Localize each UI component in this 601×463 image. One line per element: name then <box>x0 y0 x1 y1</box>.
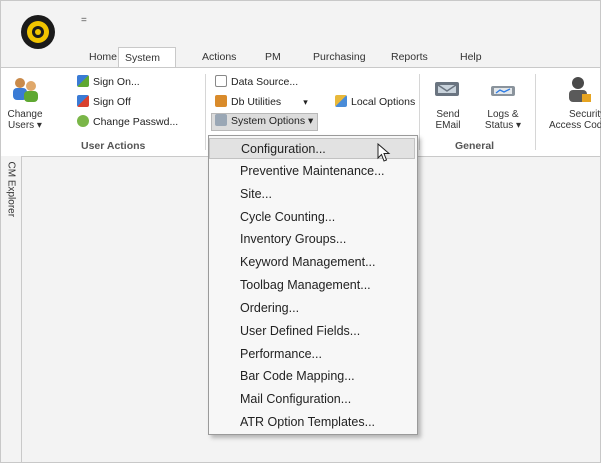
change-password-label: Change Passwd... <box>93 116 179 128</box>
sign-off-icon <box>77 95 89 107</box>
menu-item-inventory-groups[interactable]: Inventory Groups... <box>209 229 415 250</box>
db-utilities-icon <box>215 95 227 107</box>
data-source-label: Data Source... <box>231 76 299 88</box>
menu-item-performance[interactable]: Performance... <box>209 344 415 365</box>
local-options-label: Local Options <box>351 96 416 108</box>
ribbon-tabs: Home System Actions PM Purchasing Report… <box>1 47 600 68</box>
send-email-label: Send EMail <box>435 109 461 131</box>
tab-reports[interactable]: Reports <box>385 47 434 67</box>
password-icon <box>77 115 89 127</box>
group-divider <box>419 74 420 150</box>
group-divider <box>535 74 536 150</box>
change-users-label-2: Users ▾ <box>8 120 42 131</box>
tab-system[interactable]: System <box>118 47 176 68</box>
sign-off-label: Sign Off <box>93 96 131 108</box>
security-access-code-button[interactable]: Security Access Code <box>541 74 601 131</box>
data-source-icon <box>215 75 227 87</box>
cm-explorer-panel[interactable]: CM Explorer <box>1 156 22 462</box>
logs-status-label-1: Logs & <box>487 109 519 120</box>
tab-actions[interactable]: Actions <box>196 47 242 67</box>
security-label-1: Security <box>569 109 601 120</box>
security-label-2: Access Code <box>549 120 601 131</box>
system-options-button[interactable]: System Options ▾ <box>211 113 319 131</box>
db-utilities-label: Db Utilities <box>231 96 282 108</box>
sign-on-icon <box>77 75 89 87</box>
sign-on-button[interactable]: Sign On... <box>77 74 140 90</box>
tab-help[interactable]: Help <box>454 47 488 67</box>
logs-status-icon <box>487 74 519 106</box>
logs-status-button[interactable]: Logs & Status ▾ <box>481 74 525 131</box>
security-user-icon <box>563 74 595 106</box>
local-options-button[interactable]: Local Options <box>335 94 415 110</box>
mouse-pointer-icon <box>377 142 391 166</box>
system-options-icon <box>215 114 227 126</box>
tab-home[interactable]: Home <box>83 47 123 67</box>
app-logo[interactable] <box>21 15 55 49</box>
menu-item-atr-option-templates[interactable]: ATR Option Templates... <box>209 412 415 433</box>
menu-item-mail-configuration[interactable]: Mail Configuration... <box>209 389 415 410</box>
user-actions-group-label: User Actions <box>81 140 146 152</box>
system-options-menu: Configuration... Preventive Maintenance.… <box>208 135 418 435</box>
menu-item-user-defined-fields[interactable]: User Defined Fields... <box>209 321 415 342</box>
sign-on-label: Sign On... <box>93 76 140 88</box>
menu-item-ordering[interactable]: Ordering... <box>209 298 415 319</box>
data-source-button[interactable]: Data Source... <box>215 74 298 90</box>
menu-item-cycle-counting[interactable]: Cycle Counting... <box>209 207 415 228</box>
change-password-button[interactable]: Change Passwd... <box>77 114 178 130</box>
general-group-label: General <box>455 140 495 152</box>
app-window: = Home System Actions PM Purchasing Repo… <box>0 0 601 463</box>
sign-off-button[interactable]: Sign Off <box>77 94 131 110</box>
group-divider <box>205 74 206 150</box>
local-options-icon <box>335 95 347 107</box>
change-users-label-1: Change <box>7 109 43 120</box>
db-utilities-button[interactable]: Db Utilities ▾ <box>215 94 308 110</box>
logs-status-label-2: Status ▾ <box>484 120 522 131</box>
menu-item-bar-code-mapping[interactable]: Bar Code Mapping... <box>209 366 415 387</box>
tab-pm[interactable]: PM <box>259 47 287 67</box>
quick-access-toolbar-icon[interactable]: = <box>81 15 87 26</box>
send-email-icon <box>432 74 464 106</box>
menu-item-keyword-management[interactable]: Keyword Management... <box>209 252 415 273</box>
tab-purchasing[interactable]: Purchasing <box>307 47 372 67</box>
menu-item-site[interactable]: Site... <box>209 184 415 205</box>
users-icon <box>9 74 41 106</box>
chevron-down-icon: ▾ <box>303 97 308 107</box>
menu-item-toolbag-management[interactable]: Toolbag Management... <box>209 275 415 296</box>
change-users-button[interactable]: Change Users ▾ <box>5 74 45 131</box>
system-options-label: System Options ▾ <box>231 115 314 127</box>
send-email-button[interactable]: Send EMail <box>423 74 473 131</box>
cm-explorer-label: CM Explorer <box>5 161 17 218</box>
